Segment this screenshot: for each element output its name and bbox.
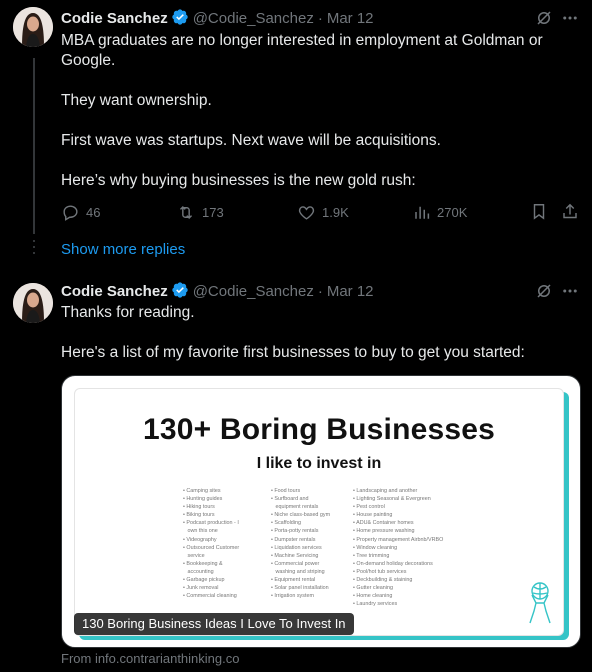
repost-count: 173 bbox=[202, 204, 224, 220]
business-list-item: Camping sites bbox=[183, 487, 239, 495]
business-list-item: Pest control bbox=[353, 503, 443, 511]
tweet-line: First wave was startups. Next wave will … bbox=[61, 132, 441, 149]
business-list-item: Hunting guides bbox=[183, 495, 239, 503]
business-list-column-1: Camping sitesHunting guidesHiking toursB… bbox=[183, 487, 239, 600]
business-list-item: Garbage pickup bbox=[183, 576, 239, 584]
bookmark-button[interactable] bbox=[530, 202, 548, 224]
reply-button[interactable]: 46 bbox=[61, 202, 100, 222]
link-card[interactable]: 130+ Boring Businesses I like to invest … bbox=[61, 375, 581, 648]
business-list-item: On-demand holiday decorations bbox=[353, 560, 443, 568]
business-list-item: Videography bbox=[183, 536, 239, 544]
business-list-item: Outsourced Customer bbox=[183, 544, 239, 552]
thread-line bbox=[33, 58, 35, 234]
business-list-item: Deckbuilding & staining bbox=[353, 576, 443, 584]
tweet-line: Here's a list of my favorite first busin… bbox=[61, 344, 525, 361]
business-list-item: Property management Airbnb/VRBO bbox=[353, 536, 443, 544]
author-name[interactable]: Codie Sanchez bbox=[61, 10, 168, 27]
business-list-item: House painting bbox=[353, 511, 443, 519]
tweet-text: MBA graduates are no longer interested i… bbox=[61, 31, 571, 191]
business-list-column-3: Landscaping and anotherLighting Seasonal… bbox=[353, 487, 443, 608]
tweet-date[interactable]: Mar 12 bbox=[327, 10, 374, 27]
card-source[interactable]: From info.contrarianthinking.co bbox=[61, 651, 239, 666]
show-more-replies-link[interactable]: Show more replies bbox=[61, 241, 185, 258]
business-list-item: Gutter cleaning bbox=[353, 584, 443, 592]
card-image-title: 130+ Boring Businesses bbox=[142, 413, 496, 446]
business-list-item: Niche class-based gym bbox=[271, 511, 330, 519]
heart-icon bbox=[298, 205, 315, 220]
business-list-item: Biking tours bbox=[183, 511, 239, 519]
separator: · bbox=[317, 10, 323, 27]
business-list-item: own this one bbox=[187, 528, 218, 535]
tweet-date[interactable]: Mar 12 bbox=[327, 283, 374, 300]
business-list-item: accounting bbox=[187, 568, 214, 575]
business-list-item: Commercial cleaning bbox=[183, 592, 239, 600]
bookmark-icon bbox=[533, 204, 545, 220]
business-list-item: ADU& Container homes bbox=[353, 519, 443, 527]
share-button[interactable] bbox=[561, 202, 579, 224]
like-count: 1.9K bbox=[322, 204, 349, 220]
grok-icon[interactable] bbox=[535, 282, 553, 305]
author-handle[interactable]: @Codie_Sanchez bbox=[193, 283, 314, 300]
like-button[interactable]: 1.9K bbox=[297, 202, 349, 222]
business-list-item: Commercial power bbox=[271, 560, 330, 568]
author-name[interactable]: Codie Sanchez bbox=[61, 283, 168, 300]
business-list-item: Home pressure washing bbox=[353, 527, 443, 535]
tweet-line: Here’s why buying businesses is the new … bbox=[61, 172, 416, 189]
thread-dots bbox=[33, 240, 35, 260]
more-options-icon[interactable] bbox=[561, 9, 579, 32]
business-list-item: Lighting Seasonal & Evergreen bbox=[353, 495, 443, 503]
verified-badge-icon bbox=[171, 281, 189, 305]
business-list-item: Food tours bbox=[271, 487, 330, 495]
tweet-line: Google. bbox=[61, 52, 116, 69]
business-list-item: Solar panel installation bbox=[271, 584, 330, 592]
business-list-column-2: Food toursSurfboard andequipment rentals… bbox=[271, 487, 330, 600]
business-list-item: Surfboard and bbox=[271, 495, 330, 503]
business-list-item: Pool/hot tub services bbox=[353, 568, 443, 576]
business-list-item: Equipment rental bbox=[271, 576, 330, 584]
tweet-text: Thanks for reading. Here's a list of my … bbox=[61, 303, 581, 363]
business-list-item: Home cleaning bbox=[353, 592, 443, 600]
business-list-item: Dumpster rentals bbox=[271, 536, 330, 544]
more-options-icon[interactable] bbox=[561, 282, 579, 305]
business-list-item: Hiking tours bbox=[183, 503, 239, 511]
card-image: 130+ Boring Businesses I like to invest … bbox=[74, 388, 564, 636]
business-list-item: Liquidation services bbox=[271, 544, 330, 552]
avatar[interactable] bbox=[13, 7, 53, 47]
views-count: 270K bbox=[437, 204, 468, 220]
repost-icon bbox=[179, 205, 193, 219]
business-list-item: Tree trimming bbox=[353, 552, 443, 560]
card-caption[interactable]: 130 Boring Business Ideas I Love To Inve… bbox=[74, 613, 354, 635]
business-list-item: Junk removal bbox=[183, 584, 239, 592]
business-list-item: Porta-potty rentals bbox=[271, 527, 330, 535]
card-image-subtitle: I like to invest in bbox=[256, 455, 382, 472]
reply-icon bbox=[63, 204, 78, 221]
tweet-line: Thanks for reading. bbox=[61, 304, 195, 321]
business-list-item: Podcast production - I bbox=[183, 519, 239, 527]
business-list-item: service bbox=[187, 552, 205, 559]
views-icon bbox=[415, 206, 430, 219]
grok-icon[interactable] bbox=[535, 9, 553, 32]
business-list-item: Scaffolding bbox=[271, 519, 330, 527]
business-list-item: Irrigation system bbox=[271, 592, 330, 600]
business-list-item: washing and striping bbox=[275, 568, 325, 575]
repost-button[interactable]: 173 bbox=[176, 202, 224, 222]
business-list-item: Machine Servicing bbox=[271, 552, 330, 560]
author-handle[interactable]: @Codie_Sanchez bbox=[193, 10, 314, 27]
business-list-item: Landscaping and another bbox=[353, 487, 443, 495]
tweet-line: MBA graduates are no longer interested i… bbox=[61, 32, 543, 49]
atlas-illustration-icon bbox=[522, 581, 558, 630]
business-list-item: equipment rentals bbox=[275, 504, 319, 511]
reply-count: 46 bbox=[86, 204, 101, 220]
share-icon bbox=[563, 203, 577, 219]
separator: · bbox=[317, 283, 323, 300]
views-button[interactable]: 270K bbox=[413, 202, 467, 222]
tweet-line: They want ownership. bbox=[61, 92, 212, 109]
avatar[interactable] bbox=[13, 283, 53, 323]
verified-badge-icon bbox=[171, 8, 189, 32]
business-list-item: Window cleaning bbox=[353, 544, 443, 552]
business-list-item: Bookkeeping & bbox=[183, 560, 239, 568]
business-list-item: Laundry services bbox=[353, 600, 443, 608]
